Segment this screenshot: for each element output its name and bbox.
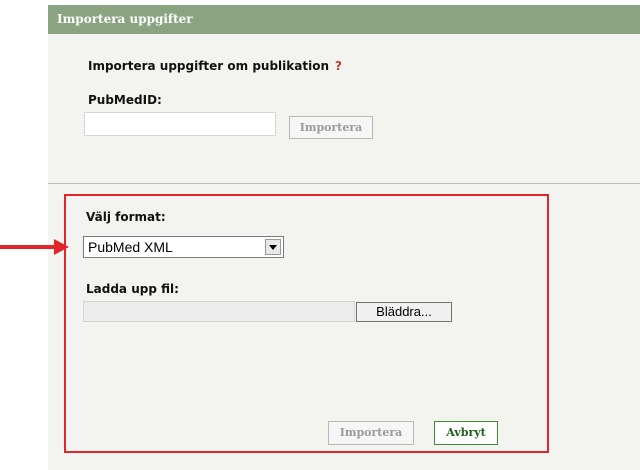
pubmed-id-label: PubMedID: — [88, 93, 162, 107]
help-icon[interactable]: ? — [335, 59, 342, 73]
format-select-value: PubMed XML — [88, 239, 173, 255]
browse-button[interactable]: Bläddra... — [356, 302, 452, 322]
section-title: Importera uppgifter om publikation? — [88, 59, 342, 73]
arrow-head-icon — [54, 239, 69, 255]
file-path-field[interactable] — [83, 301, 355, 322]
panel-header: Importera uppgifter — [48, 5, 640, 34]
highlight-box — [64, 194, 549, 453]
select-arrow-triangle — [269, 245, 277, 250]
import-pubmed-button[interactable]: Importera — [289, 116, 373, 139]
section-title-text: Importera uppgifter om publikation — [88, 59, 329, 73]
upload-label: Ladda upp fil: — [86, 282, 179, 296]
pubmed-id-input[interactable] — [84, 112, 276, 136]
import-file-button[interactable]: Importera — [328, 421, 414, 445]
section-divider — [48, 183, 640, 184]
chevron-down-icon[interactable] — [265, 239, 281, 255]
format-select[interactable]: PubMed XML — [83, 236, 284, 258]
cancel-button[interactable]: Avbryt — [434, 421, 498, 445]
format-label: Välj format: — [86, 210, 166, 224]
arrow-right-icon — [0, 245, 56, 249]
